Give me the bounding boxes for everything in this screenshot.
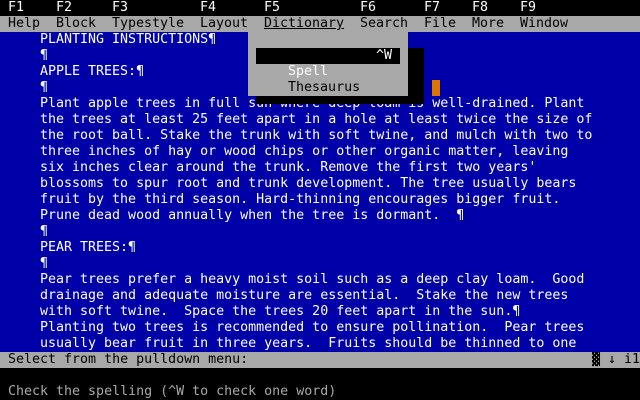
- document-line: Planting two trees is recommended to ens…: [40, 320, 585, 335]
- status-indicator: ▓ ↓ i1: [591, 352, 640, 367]
- fkey-f3[interactable]: F3: [112, 0, 128, 16]
- document-line: usually bear fruit in three years. Fruit…: [40, 336, 577, 351]
- document-line: with soft twine. Space the trees 20 feet…: [40, 304, 521, 319]
- document-line: ¶: [40, 48, 49, 63]
- status-prompt: Select from the pulldown menu:: [8, 352, 249, 367]
- fkey-f4[interactable]: F4: [200, 0, 216, 16]
- menu-help[interactable]: Help: [8, 16, 40, 32]
- fkey-f6[interactable]: F6: [360, 0, 376, 16]
- document-line: six inches clear around the trunk. Remov…: [40, 160, 537, 175]
- document-line: ¶: [40, 80, 49, 95]
- document-line: ¶: [40, 256, 49, 271]
- document-line: drainage and adequate moisture are essen…: [40, 288, 569, 303]
- menu-item-thesaurus[interactable]: Thesaurus: [256, 64, 400, 95]
- blank-line: [0, 368, 640, 384]
- document-line: APPLE TREES:¶: [40, 64, 145, 79]
- function-key-row: F1 F2 F3 F4 F5 F6 F7 F8 F9: [0, 0, 640, 16]
- document-line: Prune dead wood annually when the tree i…: [40, 208, 465, 223]
- menu-more[interactable]: More: [472, 16, 504, 32]
- menu-block[interactable]: Block: [56, 16, 96, 32]
- menu-file[interactable]: File: [424, 16, 456, 32]
- fkey-f7[interactable]: F7: [424, 0, 440, 16]
- document-line: Pear trees prefer a heavy moist soil suc…: [40, 272, 585, 287]
- menu-typestyle[interactable]: Typestyle: [112, 16, 184, 32]
- document-line: PEAR TREES:¶: [40, 240, 137, 255]
- menu-item-spell[interactable]: Spell ^W: [256, 48, 400, 79]
- hint-line: Check the spelling (^W to check one word…: [0, 384, 640, 400]
- fkey-f1[interactable]: F1: [8, 0, 24, 16]
- fkey-f9[interactable]: F9: [520, 0, 536, 16]
- document-line: three inches of hay or wood chips or oth…: [40, 144, 569, 159]
- menu-item-thesaurus-label: Thesaurus: [288, 80, 361, 95]
- fkey-f5[interactable]: F5: [264, 0, 280, 16]
- text-cursor: [432, 80, 440, 96]
- document-line: blossoms to spur root and trunk developm…: [40, 176, 577, 191]
- document-line: fruit by the third season. Hard-thinning…: [40, 192, 561, 207]
- menu-item-spell-shortcut: ^W: [375, 48, 392, 63]
- hint-text: Check the spelling (^W to check one word…: [8, 384, 337, 399]
- dictionary-pulldown-menu: Spell ^W Thesaurus: [248, 32, 408, 96]
- menu-layout[interactable]: Layout: [200, 16, 248, 32]
- menu-bar: Help Block Typestyle Layout Dictionary S…: [0, 16, 640, 32]
- document-line: ¶: [40, 224, 49, 239]
- menu-dictionary[interactable]: Dictionary: [264, 16, 344, 32]
- document-line: the root ball. Stake the trunk with soft…: [40, 128, 593, 143]
- document-line: PLANTING INSTRUCTIONS¶: [40, 32, 217, 47]
- document-line: the trees at least 25 feet apart in a ho…: [40, 112, 593, 127]
- menu-window[interactable]: Window: [520, 16, 568, 32]
- menu-search[interactable]: Search: [360, 16, 408, 32]
- fkey-f8[interactable]: F8: [472, 0, 488, 16]
- status-bar: Select from the pulldown menu: ▓ ↓ i1: [0, 352, 640, 368]
- fkey-f2[interactable]: F2: [56, 0, 72, 16]
